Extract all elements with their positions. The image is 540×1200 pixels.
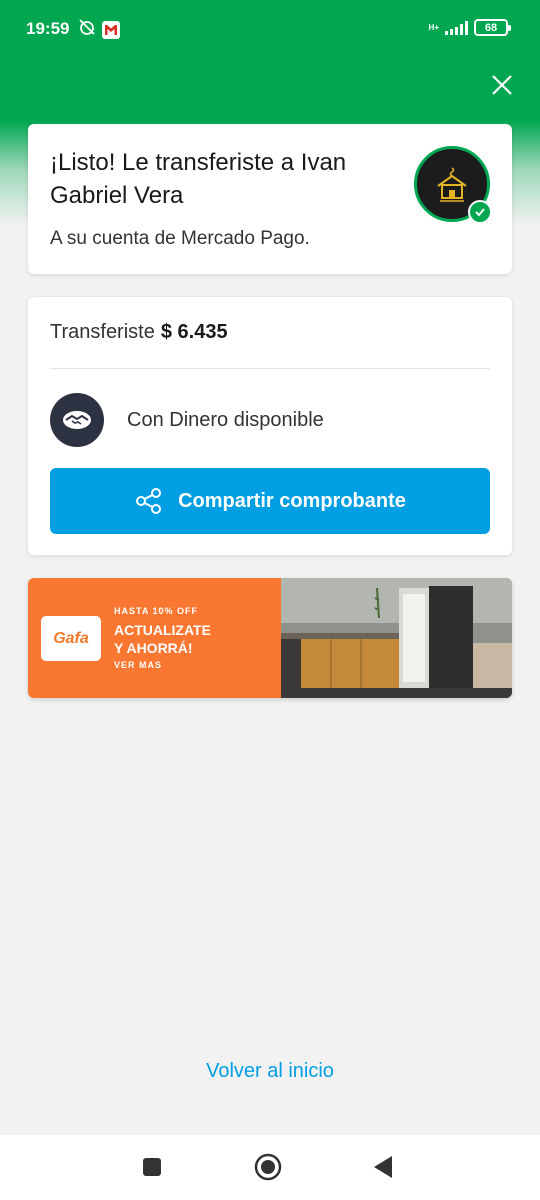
payment-method-label: Con Dinero disponible <box>127 408 324 431</box>
divider <box>50 368 490 369</box>
transfer-label: Transferiste <box>50 321 155 343</box>
success-subtitle: A su cuenta de Mercado Pago. <box>50 228 310 249</box>
close-button[interactable] <box>485 68 519 102</box>
share-button-label: Compartir comprobante <box>178 489 406 512</box>
status-time: 19:59 <box>26 19 70 38</box>
success-card: ¡Listo! Le transferiste a Ivan Gabriel V… <box>28 124 512 274</box>
transfer-amount: $ 6.435 <box>160 321 228 343</box>
share-icon <box>136 488 162 514</box>
banner-kitchen-image <box>281 578 512 698</box>
check-icon <box>468 200 492 224</box>
recipient-avatar <box>414 146 492 224</box>
home-button[interactable] <box>253 1152 283 1182</box>
banner-text-panel: Gafa HASTA 10% OFF ACTUALIZATE Y AHORRÁ!… <box>28 578 281 698</box>
status-system: H+ 68 <box>428 19 511 36</box>
banner-discount: HASTA 10% OFF <box>114 606 199 616</box>
share-receipt-button[interactable]: Compartir comprobante <box>50 468 490 534</box>
battery-icon: 68 <box>474 19 511 36</box>
status-notifications <box>78 18 120 41</box>
home-nav-icon <box>254 1153 282 1181</box>
transfer-detail-card: Transferiste $ 6.435 Con Dinero disponibl… <box>28 297 512 555</box>
payment-method-row: Con Dinero disponible <box>50 393 324 447</box>
system-nav-bar <box>0 1135 540 1200</box>
network-type: H+ <box>428 22 439 32</box>
back-home-link[interactable]: Volver al inicio <box>0 1060 540 1083</box>
back-nav-icon <box>374 1156 392 1178</box>
success-title: ¡Listo! Le transferiste a Ivan Gabriel V… <box>50 149 347 209</box>
promo-banner[interactable]: Gafa HASTA 10% OFF ACTUALIZATE Y AHORRÁ!… <box>28 578 512 698</box>
back-button[interactable] <box>368 1152 398 1182</box>
gmail-icon <box>102 20 120 39</box>
banner-see-more: VER MAS <box>114 660 163 670</box>
house-logo-icon <box>437 167 467 202</box>
transfer-amount-line: Transferiste $ 6.435 <box>50 321 228 344</box>
square-nav-icon <box>143 1158 161 1176</box>
alarm-off-icon <box>78 18 96 41</box>
handshake-icon <box>50 393 104 447</box>
close-icon <box>492 75 512 95</box>
signal-icon <box>445 20 468 35</box>
banner-headline-1: ACTUALIZATE <box>114 622 211 638</box>
banner-headline-2: Y AHORRÁ! <box>114 640 193 656</box>
recents-button[interactable] <box>137 1152 167 1182</box>
battery-level: 68 <box>484 21 498 34</box>
status-bar: 19:59 H+ 68 <box>0 0 540 60</box>
gafa-logo: Gafa <box>41 616 101 661</box>
